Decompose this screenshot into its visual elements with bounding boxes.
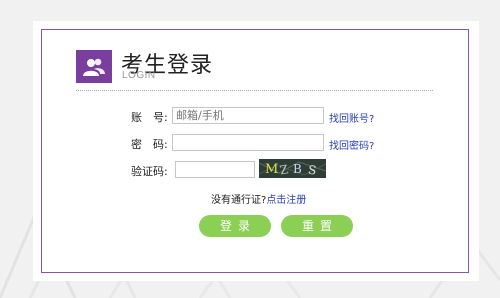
captcha-input[interactable]	[175, 161, 255, 178]
register-prompt: 没有通行证?	[211, 195, 267, 206]
find-password-link[interactable]: 找回密码?	[329, 137, 374, 152]
register-link[interactable]: 点击注册	[266, 195, 306, 206]
login-card: 考生登录 LOGIN 账 号: 找回账号? 密 码: 找回密码? 验证码: M …	[33, 21, 479, 281]
register-line: 没有通行证?点击注册	[211, 191, 306, 206]
reset-button[interactable]: 重置	[281, 215, 353, 237]
account-label: 账 号:	[131, 111, 168, 124]
account-input[interactable]	[172, 107, 324, 124]
login-button[interactable]: 登录	[199, 215, 271, 237]
captcha-label: 验证码:	[131, 165, 168, 178]
captcha-image[interactable]: M Z B S	[258, 159, 327, 178]
page-subtitle: LOGIN	[122, 70, 156, 81]
svg-text:M: M	[265, 162, 278, 177]
find-account-link[interactable]: 找回账号?	[329, 110, 374, 125]
password-label: 密 码:	[131, 138, 168, 151]
svg-text:B: B	[293, 162, 302, 176]
password-input[interactable]	[172, 134, 324, 151]
users-icon	[76, 50, 112, 83]
divider	[76, 90, 433, 91]
